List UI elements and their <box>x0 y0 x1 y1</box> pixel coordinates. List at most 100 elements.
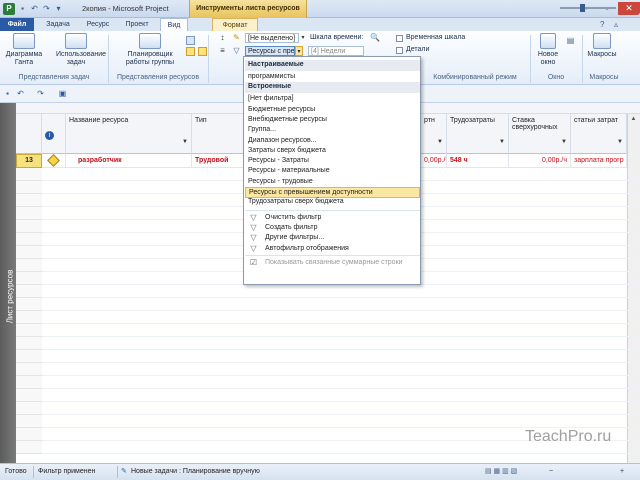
row-header[interactable] <box>16 389 42 402</box>
row-header[interactable] <box>16 324 42 337</box>
view-shortcut-icons[interactable]: ▤ ▦ ▥ ▧ <box>485 464 517 480</box>
dropdown-item[interactable]: Группа... <box>245 125 420 136</box>
customize-chevron-icon[interactable]: ▾ <box>54 4 63 13</box>
save-icon[interactable]: ▪ <box>3 89 12 98</box>
undo-icon[interactable]: ↶ <box>30 4 39 13</box>
tab-resource[interactable]: Ресурс <box>80 18 116 31</box>
dropdown-item[interactable]: Ресурсы - трудовые <box>245 177 420 188</box>
dropdown-item[interactable]: программисты <box>245 72 420 83</box>
redo-icon[interactable]: ↷ <box>36 89 45 98</box>
row-header[interactable] <box>16 220 42 233</box>
tab-view[interactable]: Вид <box>160 18 188 31</box>
dropdown-item[interactable]: ▽ Создать фильтр <box>245 223 420 234</box>
dropdown-item[interactable]: Ресурсы - Затраты <box>245 156 420 167</box>
help-icon[interactable]: ? <box>600 20 604 29</box>
row-header[interactable] <box>16 415 42 428</box>
zoom-out-icon[interactable]: − <box>549 464 553 480</box>
row-header[interactable] <box>16 311 42 324</box>
dropdown-item[interactable]: [Нет фильтра] <box>245 94 420 105</box>
zoom-slider[interactable] <box>560 7 616 9</box>
row-header[interactable] <box>16 363 42 376</box>
cell-name[interactable]: разработчик <box>66 154 192 168</box>
filter-dropdown-arrow-icon[interactable]: ▾ <box>295 46 303 56</box>
resource-view-icon[interactable] <box>186 36 195 45</box>
row-header[interactable] <box>16 428 42 441</box>
macros-button[interactable]: Макросы <box>586 33 618 59</box>
filter-highlight-icon[interactable] <box>198 47 207 56</box>
close-icon[interactable]: ✕ <box>618 2 640 15</box>
scroll-up-icon[interactable]: ▲ <box>628 116 639 126</box>
status-new-tasks[interactable]: Новые задачи : Планирование вручную <box>131 464 260 480</box>
row-header[interactable] <box>16 207 42 220</box>
tab-task[interactable]: Задача <box>40 18 76 31</box>
redo-icon[interactable]: ↷ <box>42 4 51 13</box>
new-window-button[interactable]: Новое окно <box>534 33 562 67</box>
dropdown-item[interactable]: Ресурсы - материальные <box>245 166 420 177</box>
chevron-down-icon[interactable]: ▼ <box>617 139 623 145</box>
row-header[interactable] <box>16 233 42 246</box>
column-header-type[interactable]: Тип <box>192 114 244 154</box>
tab-project[interactable]: Проект <box>118 18 156 31</box>
column-header-name[interactable]: Название ресурса ▼ <box>66 114 192 154</box>
cell-type[interactable]: Трудовой <box>192 154 244 168</box>
team-planner-button[interactable]: Планировщик работы группы <box>120 33 180 67</box>
gantt-chart-button[interactable]: Диаграмма Ганта <box>4 33 44 67</box>
row-header[interactable] <box>16 376 42 389</box>
row-header[interactable] <box>16 298 42 311</box>
zoom-icon[interactable]: 🔍 <box>370 33 380 42</box>
dropdown-item[interactable]: ▽ Очистить фильтр <box>245 213 420 224</box>
filter-funnel-icon[interactable]: ▽ <box>232 46 241 55</box>
zoom-in-icon[interactable]: + <box>620 464 624 480</box>
row-header[interactable] <box>16 259 42 272</box>
dropdown-item[interactable]: ▽ Другие фильтры... <box>245 233 420 244</box>
row-header[interactable] <box>16 441 42 454</box>
row-number[interactable]: 13 <box>16 154 42 168</box>
zoom-slider-thumb[interactable] <box>580 4 585 12</box>
row-header[interactable] <box>16 168 42 181</box>
column-header-overtime[interactable]: Ставка сверхурочных ▼ <box>509 114 571 154</box>
filter-combo[interactable]: Ресурсы с прев <box>245 46 295 56</box>
timeline-checkbox[interactable] <box>396 35 403 42</box>
project-app-icon[interactable]: P <box>3 3 15 15</box>
column-header-cost[interactable]: статьи затрат ▼ <box>571 114 627 154</box>
task-usage-button[interactable]: Использование задач <box>56 33 106 67</box>
vertical-scrollbar[interactable] <box>627 114 640 463</box>
chevron-down-icon[interactable]: ▼ <box>182 139 188 145</box>
dropdown-item[interactable]: ▽ Автофильтр отображения <box>245 244 420 255</box>
chevron-down-icon[interactable]: ▼ <box>561 139 567 145</box>
dropdown-item[interactable]: Диапазон ресурсов... <box>245 136 420 147</box>
row-header[interactable] <box>16 350 42 363</box>
dropdown-item[interactable]: Внебюджетные ресурсы <box>245 115 420 126</box>
save-icon[interactable]: ▪ <box>18 4 27 13</box>
row-header[interactable] <box>16 402 42 415</box>
row-header[interactable] <box>16 272 42 285</box>
tab-file[interactable]: Файл <box>0 18 34 31</box>
chevron-down-icon[interactable]: ▼ <box>437 139 443 145</box>
overallocated-indicator-cell[interactable] <box>42 154 66 168</box>
highlight-pen-icon[interactable]: ✎ <box>232 33 241 42</box>
dropdown-item[interactable]: Трудозатраты сверх бюджета <box>245 197 420 208</box>
ribbon-minimize-icon[interactable]: ▵ <box>614 20 618 29</box>
cell-cost[interactable]: зарплата прогр <box>571 154 627 168</box>
print-preview-icon[interactable]: ▣ <box>58 89 67 98</box>
column-header-rate[interactable]: ртн ▼ <box>421 114 447 154</box>
dropdown-item[interactable]: Затраты сверх бюджета <box>245 146 420 157</box>
row-header[interactable] <box>16 246 42 259</box>
dropdown-item[interactable]: Бюджетные ресурсы <box>245 105 420 116</box>
chevron-down-icon[interactable]: ▾ <box>299 33 307 43</box>
pin-icon[interactable]: ✎ <box>121 464 127 480</box>
highlight-icon[interactable] <box>186 47 195 56</box>
select-all-cell[interactable] <box>16 114 42 154</box>
dropdown-item[interactable]: Ресурсы с превышением доступности <box>245 187 420 198</box>
indicators-header[interactable]: i <box>42 114 66 154</box>
row-header[interactable] <box>16 337 42 350</box>
tab-format[interactable]: Формат <box>212 18 258 31</box>
row-header[interactable] <box>16 285 42 298</box>
column-header-work[interactable]: Трудозатраты ▼ <box>447 114 509 154</box>
sort-icon[interactable]: ↕ <box>218 33 227 42</box>
row-header[interactable] <box>16 181 42 194</box>
details-checkbox[interactable] <box>396 47 403 54</box>
cell-overtime[interactable]: 0,00р./ч <box>509 154 571 168</box>
row-header[interactable] <box>16 194 42 207</box>
cell-rate[interactable]: 0,00р./ч <box>421 154 447 168</box>
